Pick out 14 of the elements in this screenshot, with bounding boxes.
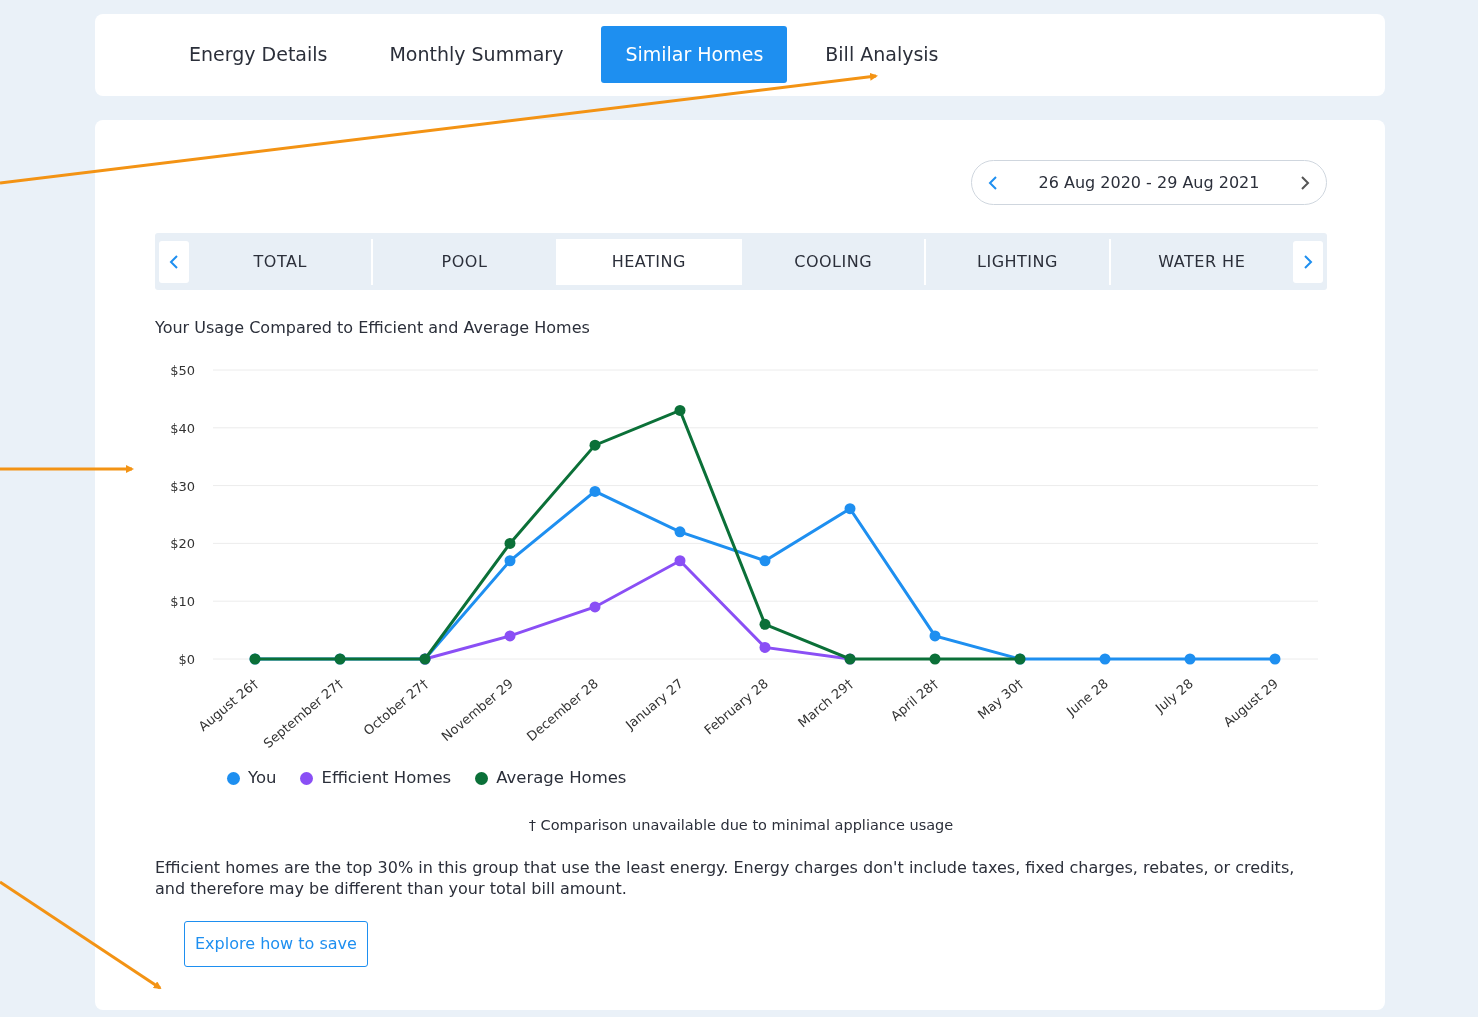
axis-tick-label: May 30† — [974, 675, 1026, 723]
legend-label: You — [248, 767, 277, 789]
date-range-label: 26 Aug 2020 - 29 Aug 2021 — [1038, 171, 1260, 194]
description-text: Efficient homes are the top 30% in this group that use the least energy. Energy charges don't include taxes, fixed charges, rebates, or credits, and therefore may be different than your total bill amount. — [155, 856, 1296, 899]
legend-label: Efficient Homes — [321, 767, 452, 789]
axis-tick-label: $20 — [170, 536, 195, 552]
legend-label: Average Homes — [496, 767, 627, 789]
axis-tick-label: $0 — [178, 652, 195, 667]
footnote: † Comparison unavailable due to minimal appliance usage — [528, 816, 954, 833]
axis-tick-label: $40 — [170, 420, 195, 436]
chart-title: Your Usage Compared to Efficient and Average Homes — [155, 317, 591, 339]
axis-tick-label: $50 — [170, 363, 195, 378]
axis-tick-label: $30 — [170, 478, 195, 494]
axis-tick-label: $10 — [170, 594, 195, 610]
